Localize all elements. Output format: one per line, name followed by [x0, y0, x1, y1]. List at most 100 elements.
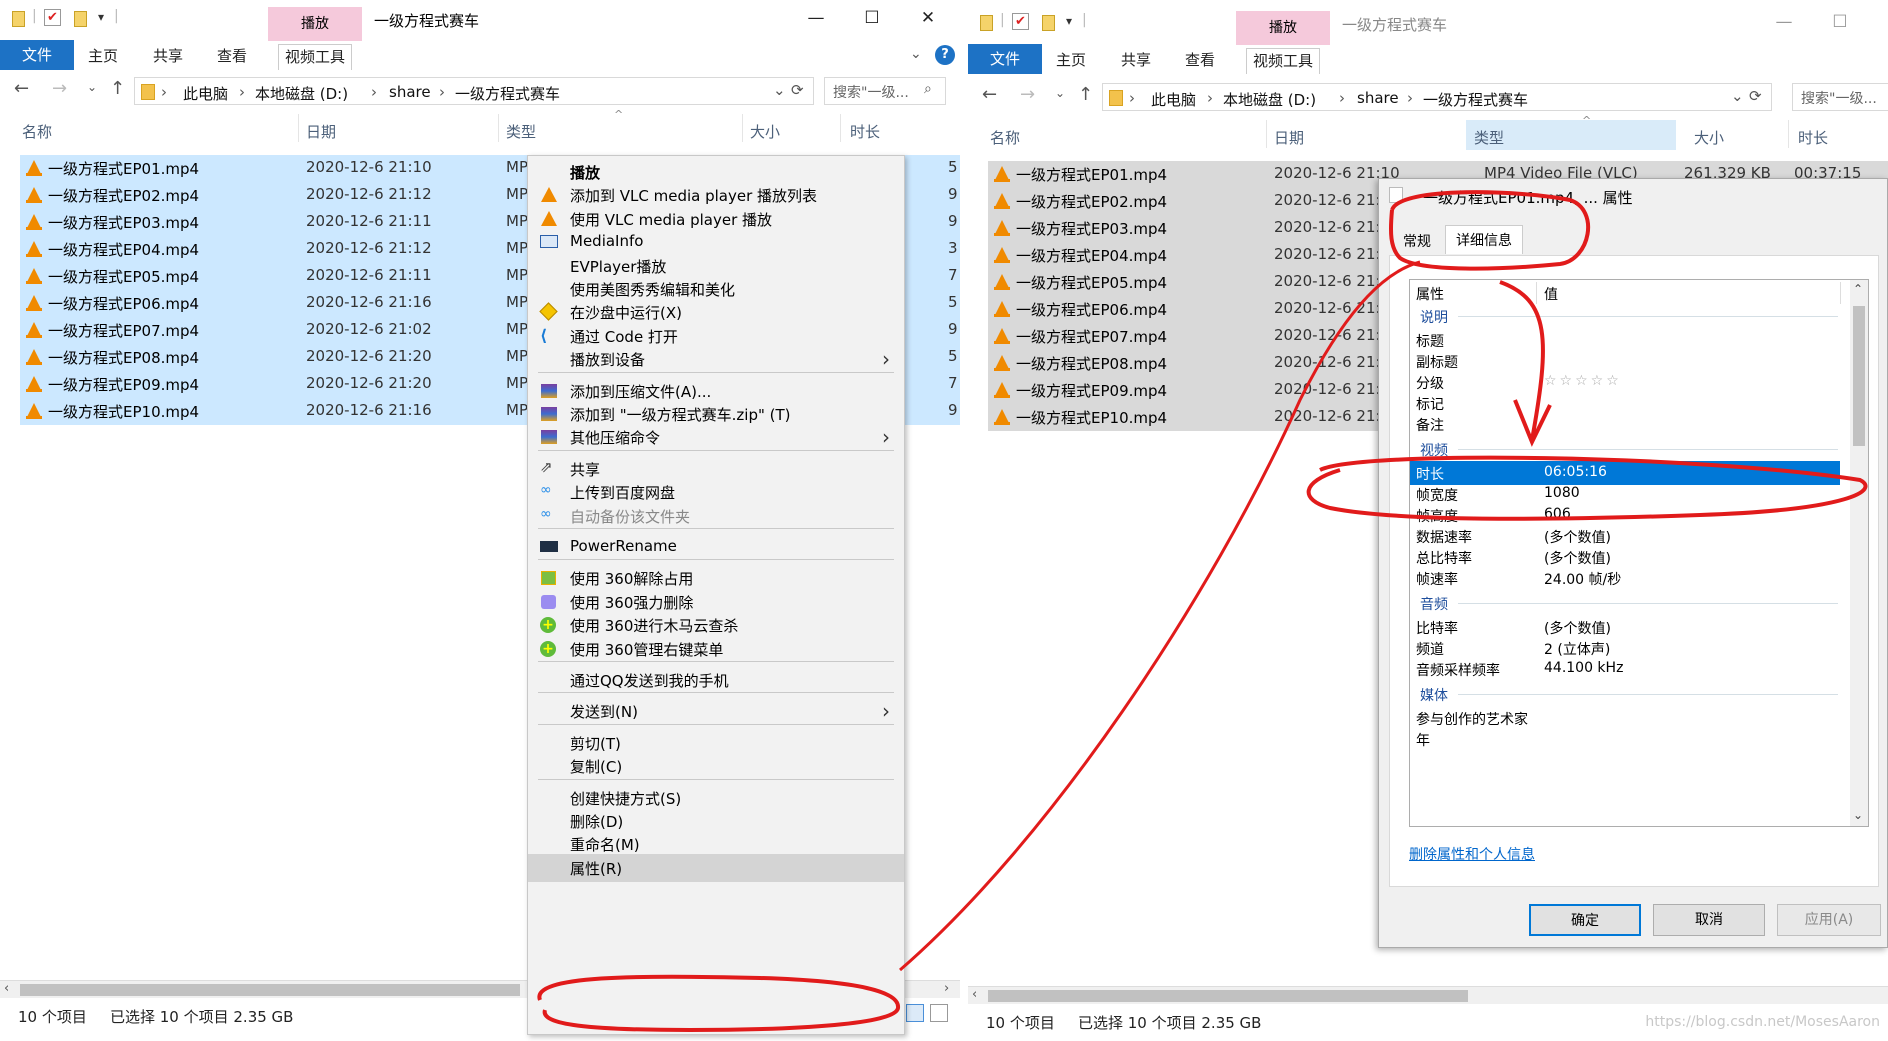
recent-dropdown-icon[interactable]: ⌄ — [1055, 86, 1065, 100]
menu-item-24[interactable]: 复制(C) — [528, 752, 904, 780]
details-view-icon[interactable] — [906, 1004, 924, 1022]
qat-dropdown-icon[interactable]: ▾ — [98, 10, 104, 24]
tab-general[interactable]: 常规 — [1393, 227, 1441, 255]
file-duration: 7 — [948, 266, 958, 284]
property-value: 44.100 kHz — [1544, 660, 1624, 676]
tab-video-tools[interactable]: 视频工具 — [1246, 48, 1321, 74]
property-row[interactable]: 备注 — [1410, 412, 1840, 436]
scroll-left-icon[interactable]: ‹ — [4, 981, 9, 996]
remove-properties-link[interactable]: 删除属性和个人信息 — [1409, 844, 1535, 864]
scrollbar-thumb[interactable] — [988, 990, 1468, 1002]
menu-item-9[interactable]: 播放到设备 › — [528, 345, 904, 373]
forward-icon[interactable]: → — [52, 78, 67, 99]
menu-item-16[interactable]: PowerRename — [528, 533, 904, 561]
property-row[interactable]: 年 — [1410, 727, 1840, 751]
tab-details[interactable]: 详细信息 — [1445, 225, 1523, 254]
properties-check-icon[interactable]: ✔ — [44, 9, 61, 26]
breadcrumb-share[interactable]: share — [389, 83, 431, 101]
menu-item-20[interactable]: + 使用 360管理右键菜单 — [528, 635, 904, 663]
col-date[interactable]: 日期 — [1274, 127, 1304, 148]
breadcrumb-drive[interactable]: 本地磁盘 (D:) — [255, 83, 348, 104]
menu-item-21[interactable]: 通过QQ发送到我的手机 — [528, 666, 904, 694]
ok-button[interactable]: 确定 — [1529, 904, 1641, 936]
tab-view[interactable]: 查看 — [1185, 49, 1215, 70]
back-icon[interactable]: ← — [982, 84, 997, 105]
tab-file[interactable]: 文件 — [968, 44, 1042, 74]
column-divider[interactable] — [742, 114, 743, 142]
new-folder-icon[interactable] — [1042, 15, 1055, 31]
menu-item-15[interactable]: ∞ 自动备份该文件夹 — [528, 502, 904, 530]
new-folder-icon[interactable] — [74, 11, 87, 27]
breadcrumb-share[interactable]: share — [1357, 89, 1399, 107]
refresh-icon[interactable]: ⟳ — [1749, 87, 1762, 105]
breadcrumb-folder[interactable]: 一级方程式赛车 — [455, 83, 560, 104]
tab-share[interactable]: 共享 — [1121, 49, 1151, 70]
chevron-down-icon[interactable]: ⌄ — [773, 81, 786, 99]
close-icon[interactable]: ✕ — [916, 6, 940, 30]
col-date[interactable]: 日期 — [306, 121, 336, 142]
scroll-up-icon[interactable]: ⌃ — [1853, 282, 1863, 296]
maximize-icon[interactable]: ☐ — [1828, 10, 1852, 34]
column-divider[interactable] — [1788, 120, 1789, 148]
tab-view[interactable]: 查看 — [217, 45, 247, 66]
col-name[interactable]: 名称 — [22, 121, 52, 142]
menu-item-28[interactable]: 属性(R) — [528, 853, 904, 882]
up-icon[interactable]: ↑ — [110, 78, 125, 99]
breadcrumb-this-pc[interactable]: 此电脑 — [183, 83, 228, 104]
col-size[interactable]: 大小 — [750, 121, 780, 142]
maximize-icon[interactable]: ☐ — [860, 6, 884, 30]
address-bar[interactable]: › 此电脑 › 本地磁盘 (D:) › share › 一级方程式赛车 ⌄ ⟳ — [134, 77, 814, 105]
minimize-icon[interactable]: — — [804, 6, 828, 30]
menu-item-12[interactable]: 其他压缩命令 › — [528, 423, 904, 451]
qat-dropdown-icon[interactable]: ▾ — [1066, 14, 1072, 28]
up-icon[interactable]: ↑ — [1078, 84, 1093, 105]
status-selection: 已选择 10 个项目 2.35 GB — [110, 1008, 294, 1026]
tab-share[interactable]: 共享 — [153, 45, 183, 66]
search-input[interactable]: 搜索"一级... — [1792, 83, 1888, 111]
file-duration: 9 — [948, 401, 958, 419]
scrollbar-thumb[interactable] — [20, 984, 520, 996]
breadcrumb-drive[interactable]: 本地磁盘 (D:) — [1223, 89, 1316, 110]
scroll-right-icon[interactable]: › — [944, 981, 949, 996]
col-type[interactable]: 类型 — [506, 121, 536, 142]
column-divider[interactable] — [840, 114, 841, 142]
vlc-icon — [26, 376, 42, 392]
apply-button[interactable]: 应用(A) — [1777, 904, 1881, 936]
col-type[interactable]: 类型 — [1474, 127, 1504, 148]
column-divider[interactable] — [298, 114, 299, 142]
scroll-down-icon[interactable]: ⌄ — [1853, 808, 1863, 822]
help-icon[interactable]: ? — [935, 45, 955, 65]
recent-dropdown-icon[interactable]: ⌄ — [87, 80, 97, 94]
minimize-icon[interactable]: — — [1772, 10, 1796, 34]
large-icons-view-icon[interactable] — [930, 1004, 948, 1022]
tab-home[interactable]: 主页 — [88, 45, 118, 66]
address-bar[interactable]: › 此电脑 › 本地磁盘 (D:) › share › 一级方程式赛车 ⌄ ⟳ — [1102, 83, 1772, 111]
scroll-left-icon[interactable]: ‹ — [972, 987, 977, 1002]
forward-icon[interactable]: → — [1020, 84, 1035, 105]
refresh-icon[interactable]: ⟳ — [791, 81, 804, 99]
chevron-down-icon[interactable]: ⌄ — [1731, 87, 1744, 105]
breadcrumb-folder[interactable]: 一级方程式赛车 — [1423, 89, 1528, 110]
cancel-button[interactable]: 取消 — [1653, 904, 1765, 936]
tab-file[interactable]: 文件 — [0, 40, 74, 70]
vertical-scrollbar[interactable]: ⌃ ⌄ — [1850, 280, 1868, 826]
property-row[interactable]: 音频采样频率 44.100 kHz — [1410, 657, 1840, 681]
horizontal-scrollbar[interactable]: ‹ — [968, 986, 1888, 1004]
column-divider[interactable] — [498, 114, 499, 142]
ribbon-collapse-icon[interactable]: ⌄ — [910, 46, 922, 62]
col-name[interactable]: 名称 — [990, 127, 1020, 148]
separator-icon: | — [32, 8, 37, 24]
properties-check-icon[interactable]: ✔ — [1012, 13, 1029, 30]
col-size[interactable]: 大小 — [1694, 127, 1724, 148]
back-icon[interactable]: ← — [14, 78, 29, 99]
menu-item-22[interactable]: 发送到(N) › — [528, 697, 904, 725]
col-duration[interactable]: 时长 — [850, 121, 880, 142]
scrollbar-thumb[interactable] — [1853, 306, 1865, 446]
col-duration[interactable]: 时长 — [1798, 127, 1828, 148]
property-list[interactable]: 属性 值 说明 标题 副标题 分级 ☆☆☆☆☆ 标记 备注 视频 时长 06:05:16 帧宽度 10… — [1409, 279, 1869, 827]
breadcrumb-this-pc[interactable]: 此电脑 — [1151, 89, 1196, 110]
tab-home[interactable]: 主页 — [1056, 49, 1086, 70]
property-row[interactable]: 帧速率 24.00 帧/秒 — [1410, 566, 1840, 590]
tab-video-tools[interactable]: 视频工具 — [278, 44, 353, 70]
column-divider[interactable] — [1266, 120, 1267, 148]
